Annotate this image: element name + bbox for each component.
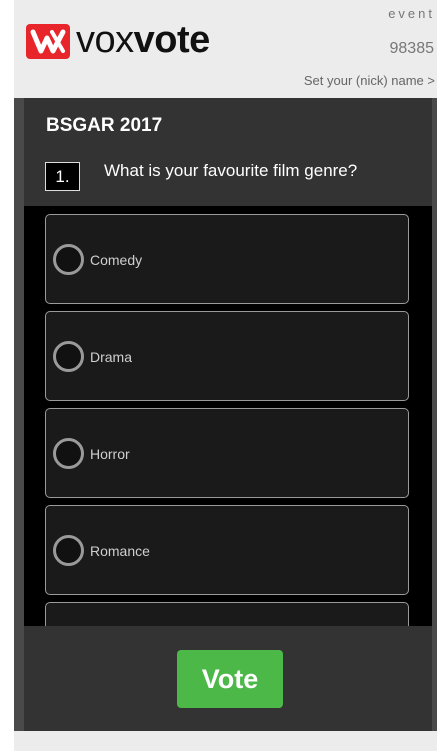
bottom-strip <box>14 731 437 751</box>
option-label: Drama <box>90 349 133 365</box>
panel-edge-left <box>14 98 24 731</box>
question-number: 1. <box>45 162 80 191</box>
set-nickname-link[interactable]: Set your (nick) name > <box>304 73 435 88</box>
panel-edge-right <box>432 98 437 731</box>
option-partial[interactable] <box>45 602 409 626</box>
option-label: Comedy <box>90 252 143 268</box>
option-comedy[interactable]: Comedy <box>45 214 409 304</box>
app-frame: voxvote event 98385 Set your (nick) name… <box>14 0 437 751</box>
event-label: event <box>388 6 435 21</box>
logo-text-bold: vote <box>133 19 211 61</box>
answer-options-list[interactable]: Comedy Drama Horror Romance <box>24 206 432 626</box>
header: voxvote event 98385 Set your (nick) name… <box>14 0 437 98</box>
question-text: What is your favourite film genre? <box>104 161 358 180</box>
logo-wordmark: voxvote <box>76 16 210 64</box>
event-code: 98385 <box>389 40 435 57</box>
option-label: Horror <box>90 446 130 462</box>
radio-button[interactable] <box>53 535 84 566</box>
poll-title: BSGAR 2017 <box>46 115 163 136</box>
option-label: Romance <box>90 543 150 559</box>
voxvote-logo-icon <box>26 24 70 59</box>
option-horror[interactable]: Horror <box>45 408 409 498</box>
radio-button[interactable] <box>53 438 84 469</box>
logo-text-plain: vox <box>76 19 134 61</box>
radio-button[interactable] <box>53 341 84 372</box>
option-drama[interactable]: Drama <box>45 311 409 401</box>
option-romance[interactable]: Romance <box>45 505 409 595</box>
radio-button[interactable] <box>53 244 84 275</box>
vote-button[interactable]: Vote <box>177 650 283 708</box>
